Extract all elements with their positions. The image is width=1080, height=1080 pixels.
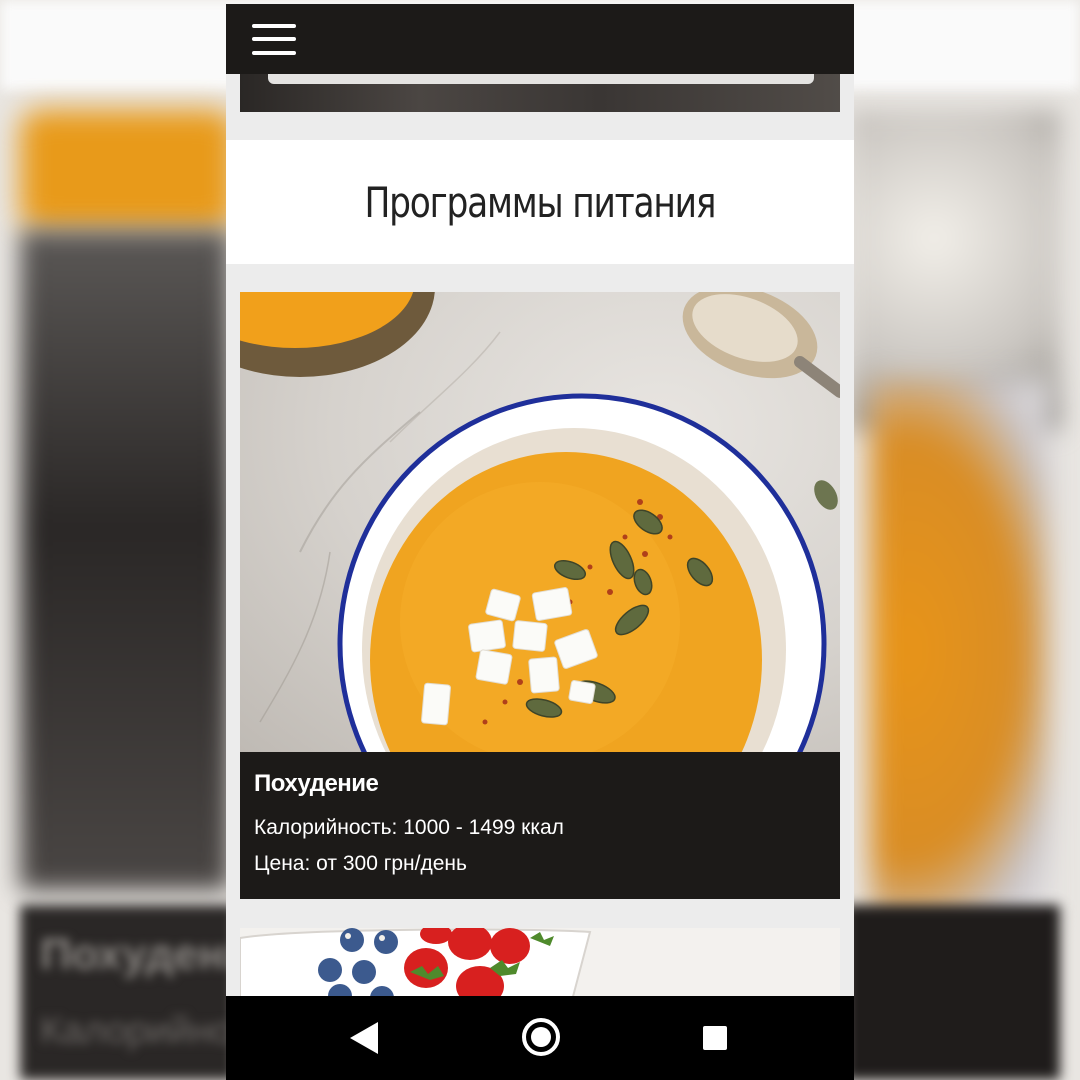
program-title[interactable]: Похудение (254, 770, 379, 798)
pumpkin-soup-photo[interactable] (240, 292, 840, 752)
paprika-dot (607, 589, 613, 595)
system-navigation-bar (226, 996, 854, 1080)
feta-cube (421, 682, 451, 726)
menu-line (252, 24, 296, 28)
backdrop-bottom-right (845, 905, 1060, 1080)
blueberry (352, 960, 376, 984)
feta-cube (512, 620, 548, 652)
app-header (226, 4, 854, 74)
back-triangle-icon[interactable] (350, 1022, 380, 1054)
blueberry (340, 928, 364, 952)
program-info: Похудение Калорийность: 1000 - 1499 ккал… (240, 752, 840, 899)
strawberry (490, 928, 530, 964)
highlight (345, 933, 351, 939)
paprika-dot (667, 534, 673, 540)
section-title: Программы питания (364, 177, 717, 227)
highlight (379, 935, 385, 941)
paprika-dot (587, 564, 593, 570)
marble-streak (259, 551, 331, 723)
phone-screen: Программы питания Похудение Калорийность… (226, 4, 854, 1080)
feta-cube (475, 649, 513, 685)
blueberry (374, 930, 398, 954)
home-circle-icon[interactable] (522, 1018, 560, 1056)
paprika-dot (642, 551, 648, 557)
section-header: Программы питания (226, 140, 854, 264)
paprika-dot (482, 719, 488, 725)
paprika-dot (622, 534, 628, 540)
backdrop-right-bowl (870, 380, 1050, 920)
menu-line (252, 51, 296, 55)
feta-cube (528, 656, 560, 694)
feta-cube (531, 587, 573, 621)
program-calories: Калорийность: 1000 - 1499 ккал (254, 816, 564, 839)
recents-square-icon[interactable] (703, 1026, 727, 1050)
backdrop-left-soup (20, 110, 235, 230)
previous-card-bar (268, 74, 814, 84)
program-card[interactable]: Похудение Калорийность: 1000 - 1499 ккал… (240, 292, 840, 899)
feta-cube (568, 680, 596, 704)
paprika-dot (502, 699, 508, 705)
blueberry (318, 958, 342, 982)
menu-line (252, 37, 296, 41)
paprika-dot (637, 499, 643, 505)
stray-seed (814, 480, 838, 510)
strawberry (404, 948, 448, 988)
backdrop-left-dark (20, 230, 230, 890)
feta-cube (468, 619, 506, 653)
program-price: Цена: от 300 грн/день (254, 852, 467, 875)
spoon-handle (794, 356, 840, 398)
back-shape (350, 1022, 378, 1054)
hamburger-menu-icon[interactable] (252, 22, 296, 56)
soup-illustration (240, 292, 840, 752)
paprika-dot (517, 679, 523, 685)
